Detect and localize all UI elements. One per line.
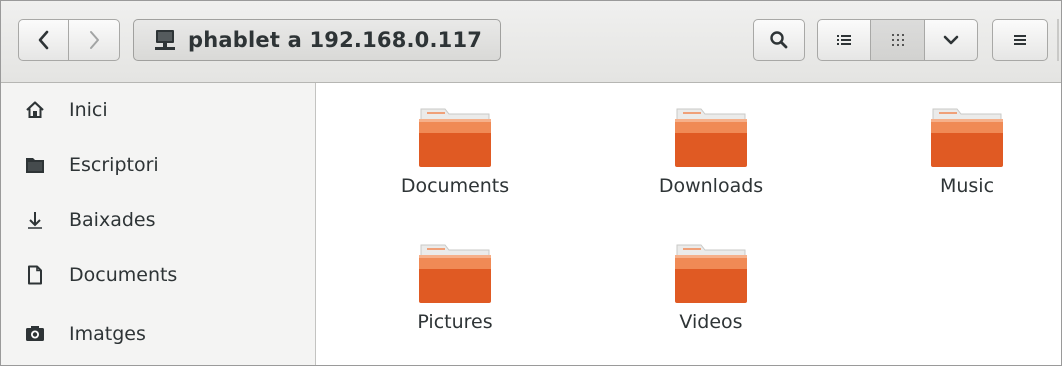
- network-computer-icon: [155, 30, 175, 50]
- sidebar-item-pictures[interactable]: Imatges: [1, 309, 315, 359]
- folder-icon: [675, 108, 747, 167]
- folder-label: Music: [939, 175, 995, 197]
- sidebar-item-desktop[interactable]: Escriptori: [1, 140, 315, 190]
- sidebar-item-label: Imatges: [69, 323, 146, 345]
- sidebar-item-downloads[interactable]: Baixades: [1, 195, 315, 245]
- grid-view-icon: [891, 34, 904, 46]
- back-button[interactable]: [18, 19, 69, 61]
- header-bar: phablet a 192.168.0.117: [1, 1, 1061, 83]
- folder-icon: [675, 244, 747, 303]
- folder-icon: [931, 108, 1003, 167]
- folder-label: Videos: [679, 311, 743, 333]
- search-icon: [770, 31, 788, 49]
- sidebar-item-label: Inici: [69, 99, 108, 121]
- folder-item[interactable]: Pictures: [357, 241, 537, 351]
- desktop-folder-icon: [23, 153, 47, 177]
- search-button[interactable]: [753, 19, 805, 61]
- folder-item[interactable]: Documents: [357, 105, 537, 215]
- download-icon: [23, 208, 47, 232]
- file-icon-view: Documents Downloads Music Pictures Video…: [317, 83, 1061, 365]
- sidebar-item-label: Baixades: [69, 209, 156, 231]
- document-icon: [23, 263, 47, 287]
- hamburger-menu-icon: [1014, 35, 1026, 45]
- location-label: phablet a 192.168.0.117: [188, 28, 483, 52]
- sidebar-item-home[interactable]: Inici: [1, 85, 315, 135]
- folder-item[interactable]: Downloads: [613, 105, 793, 215]
- sidebar-item-documents[interactable]: Documents: [1, 250, 315, 300]
- header-separator: [1057, 19, 1059, 61]
- chevron-right-icon: [90, 31, 99, 49]
- grid-view-button[interactable]: [870, 19, 925, 61]
- chevron-down-icon: [943, 35, 959, 45]
- chevron-left-icon: [38, 30, 48, 50]
- folder-item[interactable]: Videos: [613, 241, 793, 351]
- folder-label: Pictures: [417, 311, 493, 333]
- list-view-icon: [837, 35, 851, 45]
- forward-button[interactable]: [68, 19, 120, 61]
- folder-icon: [419, 244, 491, 303]
- main-menu-button[interactable]: [992, 19, 1048, 61]
- sidebar-item-label: Documents: [69, 264, 178, 286]
- sidebar-item-label: Escriptori: [69, 154, 159, 176]
- list-view-button[interactable]: [817, 19, 871, 61]
- location-path-button[interactable]: phablet a 192.168.0.117: [133, 19, 501, 61]
- folder-label: Downloads: [658, 175, 764, 197]
- folder-icon: [419, 108, 491, 167]
- view-options-button[interactable]: [924, 19, 978, 61]
- places-sidebar: Inici Escriptori Baixades Documents Imat…: [1, 83, 316, 365]
- home-icon: [23, 98, 47, 122]
- folder-item[interactable]: Music: [869, 105, 1049, 215]
- file-manager-window: phablet a 192.168.0.117 Inici Escriptori…: [0, 0, 1062, 366]
- folder-label: Documents: [400, 175, 510, 197]
- camera-icon: [23, 322, 47, 346]
